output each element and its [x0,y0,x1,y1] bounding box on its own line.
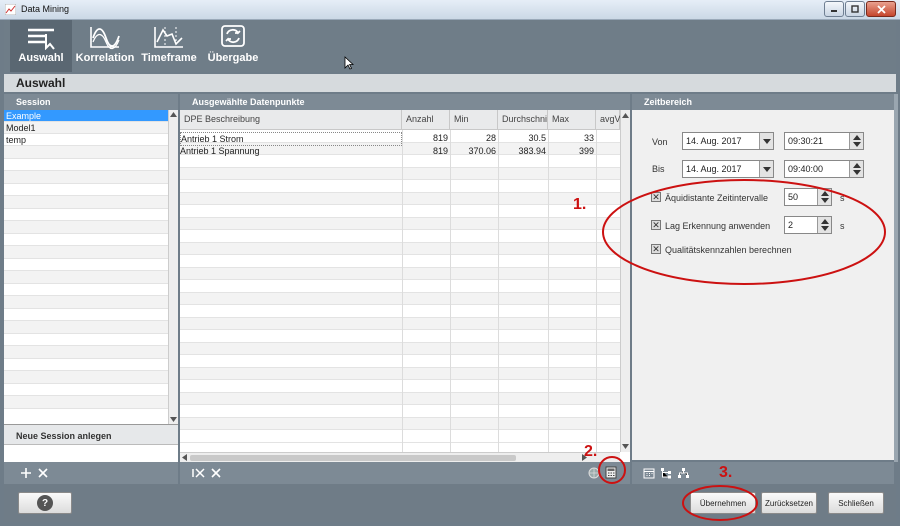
annotation-ellipse-2 [598,456,626,484]
annotation-label-2: 2. [584,443,598,460]
annotation-ellipse-1 [602,179,886,285]
annotation-label-1: 1. [573,196,587,213]
annotation-layer [598,179,886,521]
annotation-label-3: 3. [719,464,733,481]
annotation-ellipse-3 [682,485,758,521]
